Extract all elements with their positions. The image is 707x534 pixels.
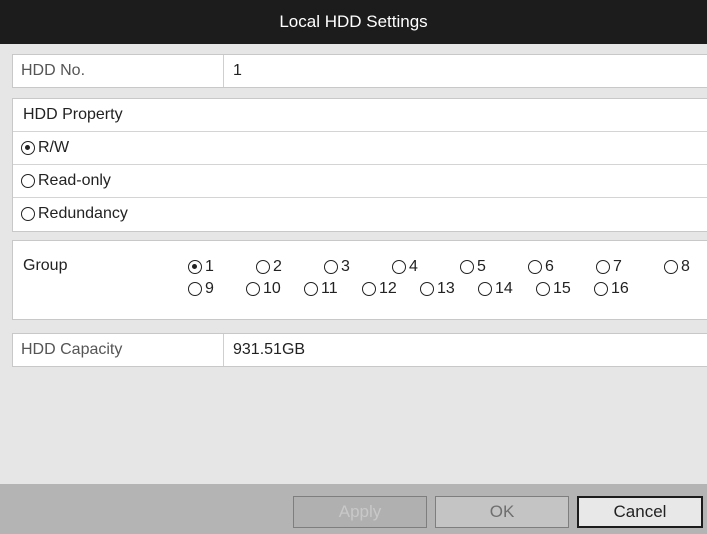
radio-group-9[interactable] [188, 282, 202, 296]
group-option-4[interactable]: 4 [392, 258, 418, 276]
group-option-16[interactable]: 16 [594, 280, 629, 298]
group-label: Group [23, 257, 68, 274]
group-option-6[interactable]: 6 [528, 258, 554, 276]
divider [223, 55, 224, 87]
group-option-13[interactable]: 13 [420, 280, 455, 298]
group-option-5[interactable]: 5 [460, 258, 486, 276]
radio-group-16[interactable] [594, 282, 608, 296]
radio-group-8[interactable] [664, 260, 678, 274]
radio-redundancy[interactable] [21, 207, 35, 221]
hdd-property-option-read-only[interactable]: Read-only [13, 165, 707, 198]
radio-group-15[interactable] [536, 282, 550, 296]
divider [223, 334, 224, 366]
group-option-10[interactable]: 10 [246, 280, 281, 298]
cancel-button[interactable]: Cancel [577, 496, 703, 528]
group-option-11[interactable]: 11 [304, 280, 338, 298]
hdd-property-header: HDD Property [13, 99, 707, 132]
radio-rw-label: R/W [38, 139, 70, 156]
radio-redundancy-label: Redundancy [38, 205, 128, 222]
radio-group-4[interactable] [392, 260, 406, 274]
radio-group-11[interactable] [304, 282, 318, 296]
hdd-property-panel: HDD Property R/W Read-only Redundancy [12, 98, 707, 232]
group-option-14[interactable]: 14 [478, 280, 513, 298]
group-option-9[interactable]: 9 [188, 280, 214, 298]
hdd-no-label: HDD No. [21, 62, 86, 79]
radio-group-2[interactable] [256, 260, 270, 274]
group-option-2[interactable]: 2 [256, 258, 282, 276]
radio-group-7[interactable] [596, 260, 610, 274]
group-option-3[interactable]: 3 [324, 258, 350, 276]
hdd-capacity-label: HDD Capacity [21, 341, 123, 358]
radio-group-5[interactable] [460, 260, 474, 274]
radio-group-6[interactable] [528, 260, 542, 274]
local-hdd-settings-dialog: Local HDD Settings HDD No. 1 HDD Propert… [0, 0, 707, 534]
group-option-1[interactable]: 1 [188, 258, 214, 276]
radio-rw[interactable] [21, 141, 35, 155]
group-option-7[interactable]: 7 [596, 258, 622, 276]
radio-read-only-label: Read-only [38, 172, 111, 189]
ok-button[interactable]: OK [435, 496, 569, 528]
hdd-no-row: HDD No. 1 [12, 54, 707, 88]
radio-group-13[interactable] [420, 282, 434, 296]
apply-button[interactable]: Apply [293, 496, 427, 528]
group-option-12[interactable]: 12 [362, 280, 397, 298]
hdd-property-label: HDD Property [23, 106, 123, 123]
radio-group-3[interactable] [324, 260, 338, 274]
hdd-property-option-rw[interactable]: R/W [13, 132, 707, 165]
group-option-15[interactable]: 15 [536, 280, 571, 298]
hdd-no-value: 1 [233, 62, 242, 79]
dialog-title: Local HDD Settings [0, 0, 707, 44]
radio-group-12[interactable] [362, 282, 376, 296]
group-option-8[interactable]: 8 [664, 258, 690, 276]
hdd-capacity-value: 931.51GB [233, 341, 306, 358]
hdd-capacity-row: HDD Capacity 931.51GB [12, 333, 707, 367]
radio-group-14[interactable] [478, 282, 492, 296]
radio-read-only[interactable] [21, 174, 35, 188]
group-panel: Group 1 2 3 4 5 6 7 8 9 10 11 12 13 14 1… [12, 240, 707, 320]
radio-group-10[interactable] [246, 282, 260, 296]
hdd-property-option-redundancy[interactable]: Redundancy [13, 198, 707, 231]
radio-group-1[interactable] [188, 260, 202, 274]
